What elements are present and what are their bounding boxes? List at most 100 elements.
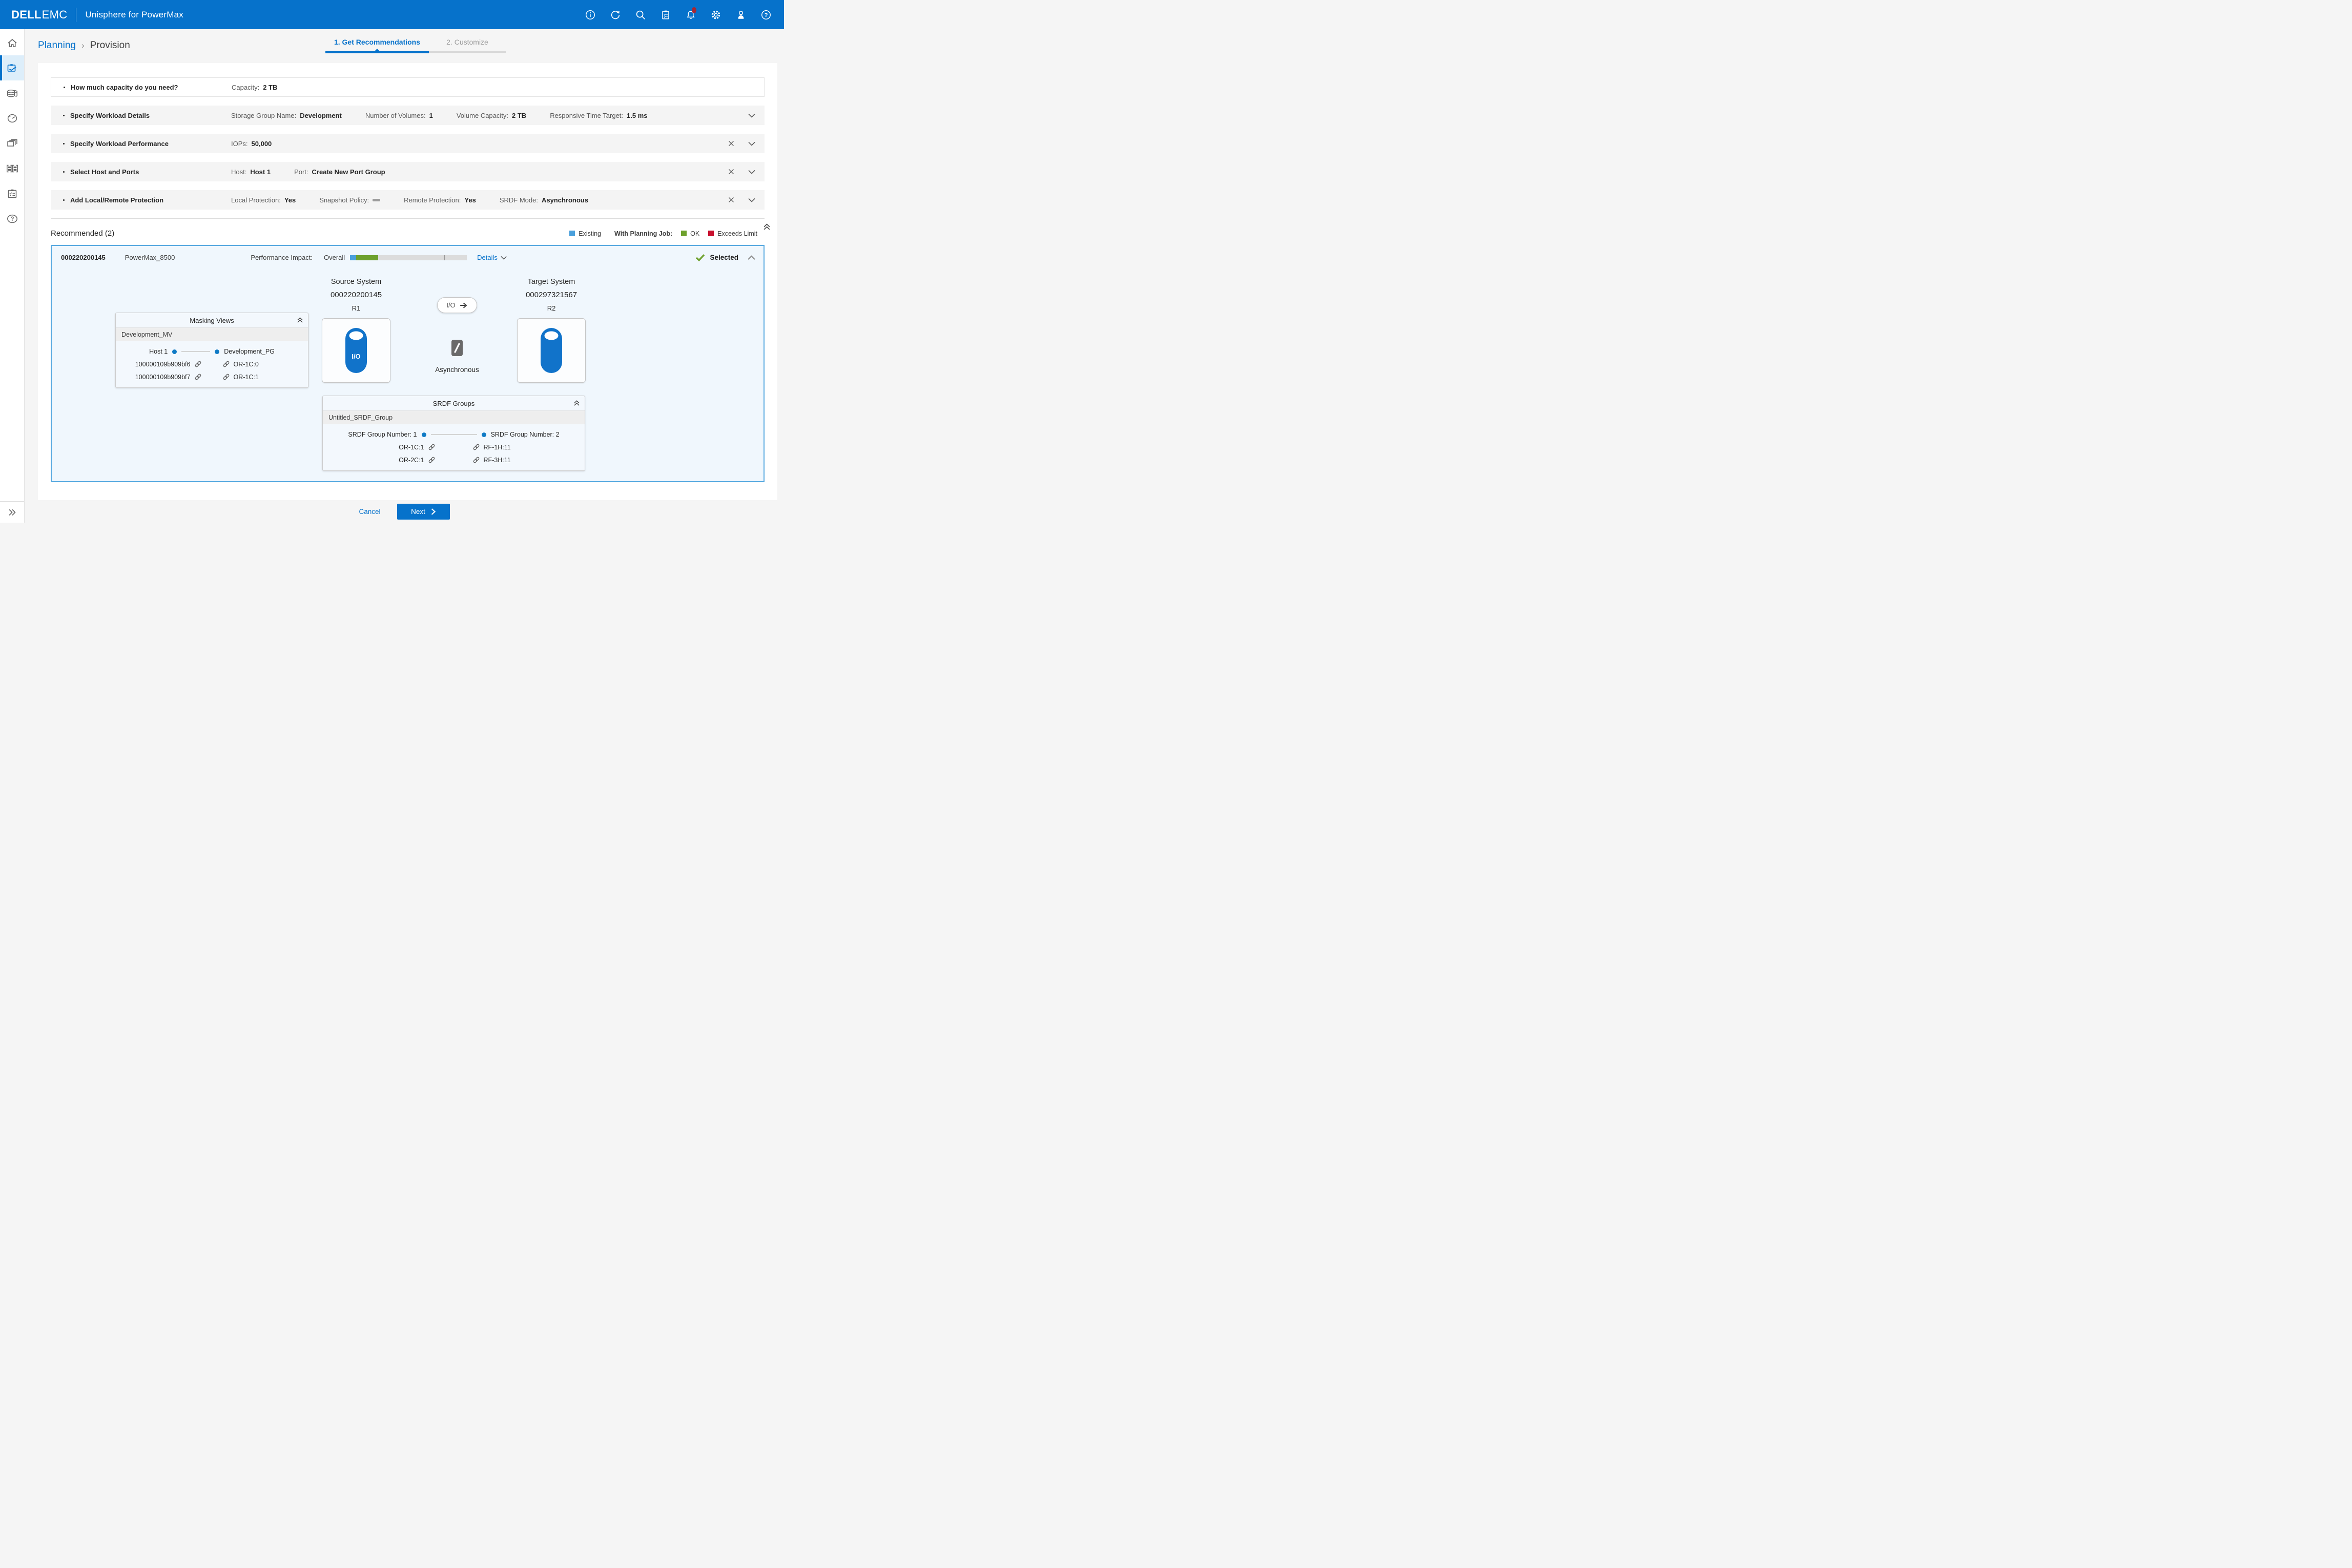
settings-gear-icon[interactable] <box>710 9 721 20</box>
close-icon[interactable] <box>728 140 734 147</box>
source-volume-io-label: I/O <box>352 353 360 360</box>
legend: Existing With Planning Job: OK Exceeds L… <box>561 230 757 237</box>
node-dot <box>172 349 177 354</box>
refresh-icon[interactable] <box>610 9 621 20</box>
target-volume-box <box>517 318 586 383</box>
legend-existing-swatch <box>569 231 575 236</box>
target-role: R2 <box>547 304 556 312</box>
help-icon[interactable]: ? <box>760 9 772 20</box>
legend-ok-swatch <box>681 231 687 236</box>
chevron-down-icon[interactable] <box>748 141 755 146</box>
perf-bar-existing <box>350 255 356 260</box>
cancel-button[interactable]: Cancel <box>359 508 380 515</box>
brand-emc: EMC <box>42 8 68 21</box>
app-title: Unisphere for PowerMax <box>85 9 183 19</box>
tab-get-recommendations[interactable]: 1. Get Recommendations <box>325 38 429 53</box>
sidebar-item-support[interactable]: ? <box>0 206 24 231</box>
alerts-bell-icon[interactable] <box>685 7 696 20</box>
breadcrumb: Planning › Provision <box>38 40 130 51</box>
header-icons: ? <box>585 7 772 20</box>
io-direction-button[interactable]: I/O <box>437 297 477 313</box>
srdf-groups-panel: SRDF Groups Untitled_SRDF_Group SRDF Gro… <box>322 396 585 471</box>
breadcrumb-planning-link[interactable]: Planning <box>38 40 76 51</box>
source-system-block: Source System 000220200145 R1 <box>305 278 407 312</box>
sidebar-item-storage[interactable] <box>0 80 24 106</box>
chevron-down-icon[interactable] <box>748 113 755 118</box>
content-panel: How much capacity do you need? Capacity:… <box>38 63 777 500</box>
chevron-right-icon <box>431 508 436 515</box>
node-dot <box>215 349 220 354</box>
node-dot <box>421 432 426 437</box>
srdf-topology-row: SRDF Group Number: 1 SRDF Group Number: … <box>323 431 585 438</box>
overall-label: Overall <box>323 254 345 261</box>
info-icon[interactable] <box>585 9 596 20</box>
node-connector <box>430 434 477 435</box>
link-chain-icon <box>222 360 230 368</box>
node-connector <box>181 351 211 352</box>
sidebar-item-home[interactable] <box>0 30 24 55</box>
collapse-recommended-icon[interactable] <box>763 223 771 231</box>
step-row-workload-details[interactable]: Specify Workload Details Storage Group N… <box>51 106 765 125</box>
sidebar-item-jobs[interactable] <box>0 181 24 206</box>
target-volume-cylinder-icon <box>541 328 562 373</box>
details-link[interactable]: Details <box>477 254 507 261</box>
topbar: Planning › Provision 1. Get Recommendati… <box>25 29 784 63</box>
step-row-host-ports[interactable]: Select Host and Ports Host: Host 1 Port: C… <box>51 162 765 181</box>
tab-customize[interactable]: 2. Customize <box>429 38 506 53</box>
bullet-icon <box>63 142 65 145</box>
sidebar-expand-button[interactable] <box>0 501 24 523</box>
recommended-system-card[interactable]: 000220200145 PowerMax_8500 Performance I… <box>51 245 765 482</box>
collapse-masking-views-icon[interactable] <box>297 317 303 323</box>
sidebar-item-replication[interactable] <box>0 131 24 156</box>
selected-label: Selected <box>710 254 738 261</box>
masking-view-name: Development_MV <box>116 328 308 341</box>
masking-link-row: 100000109b909bf6 OR-1C:0 <box>135 360 259 368</box>
snapshot-policy-none-dash <box>373 198 381 201</box>
sidebar-item-performance[interactable] <box>0 106 24 131</box>
bullet-icon <box>63 171 65 173</box>
step-row-protection[interactable]: Add Local/Remote Protection Local Protec… <box>51 190 765 210</box>
job-list-icon[interactable] <box>660 9 671 20</box>
svg-text:?: ? <box>765 12 768 18</box>
chevron-down-icon[interactable] <box>748 198 755 202</box>
link-chain-icon <box>222 373 230 381</box>
link-chain-icon <box>472 456 480 464</box>
perf-bar-marker <box>443 255 445 260</box>
close-icon[interactable] <box>728 169 734 175</box>
user-icon[interactable] <box>735 9 747 20</box>
bullet-icon <box>63 114 65 116</box>
next-button[interactable]: Next <box>397 503 450 520</box>
tab-active-notch <box>375 49 380 51</box>
wizard-tabs: 1. Get Recommendations 2. Customize <box>325 38 506 53</box>
brand-dell: DELL <box>11 8 42 21</box>
source-system-id: 000220200145 <box>330 291 382 299</box>
tab-active-underline <box>325 51 429 53</box>
srdf-node-1-label: SRDF Group Number: 1 <box>348 431 417 438</box>
link-chain-icon <box>472 443 480 451</box>
sidebar-nav: ? <box>0 29 25 523</box>
arrow-right-icon <box>460 302 468 308</box>
legend-exceeds-swatch <box>708 231 714 236</box>
srdf-group-name: Untitled_SRDF_Group <box>323 411 585 424</box>
source-volume-cylinder-icon: I/O <box>345 328 367 373</box>
close-icon[interactable] <box>728 197 734 203</box>
chevron-down-icon <box>501 256 507 260</box>
step-row-capacity[interactable]: How much capacity do you need? Capacity:… <box>51 77 765 97</box>
selected-check-icon <box>695 254 705 261</box>
target-system-block: Target System 000297321567 R2 <box>500 278 603 312</box>
collapse-card-icon[interactable] <box>748 255 755 260</box>
collapse-srdf-groups-icon[interactable] <box>573 400 580 406</box>
sidebar-item-system[interactable] <box>0 156 24 181</box>
svg-text:?: ? <box>10 216 14 222</box>
sidebar-item-planning[interactable] <box>0 55 24 80</box>
wizard-footer: Cancel Next <box>25 500 784 523</box>
host-node-label: Host 1 <box>149 348 168 355</box>
masking-topology-row: Host 1 Development_PG <box>116 348 308 355</box>
step-row-workload-performance[interactable]: Specify Workload Performance IOPs: 50,000 <box>51 134 765 153</box>
search-icon[interactable] <box>635 9 646 20</box>
dell-emc-logo: DELL EMC <box>11 8 67 22</box>
chevron-down-icon[interactable] <box>748 170 755 174</box>
impact-label: Performance Impact: <box>251 254 313 261</box>
tab-inactive-underline <box>429 51 506 53</box>
target-system-id: 000297321567 <box>525 291 577 299</box>
